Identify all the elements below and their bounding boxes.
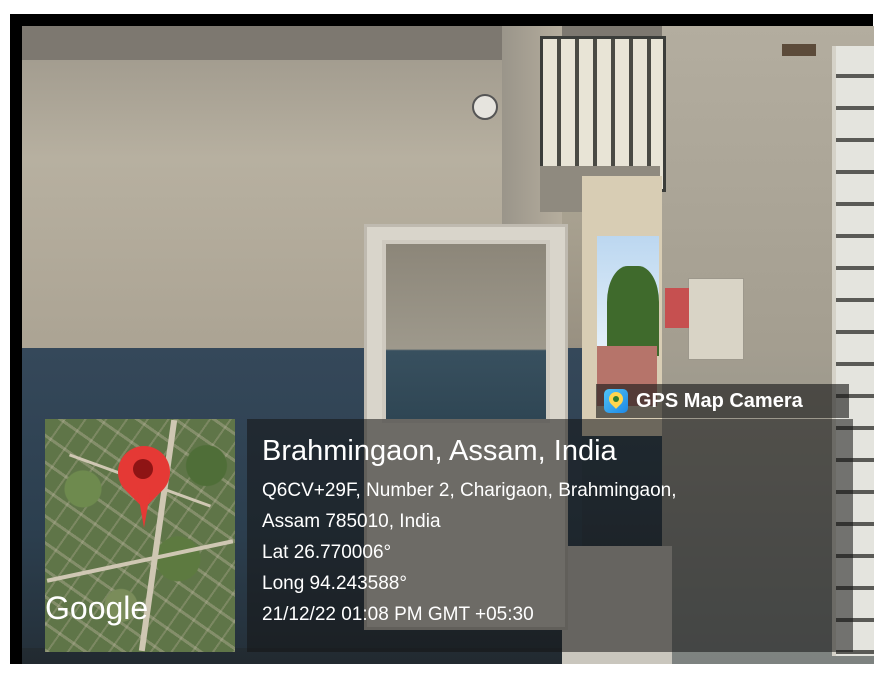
location-title: Brahmingaon, Assam, India xyxy=(262,435,617,467)
timestamp: 21/12/22 01:08 PM GMT +05:30 xyxy=(262,604,534,625)
address-line-2: Assam 785010, India xyxy=(262,511,441,532)
map-pin-tip xyxy=(137,488,151,528)
latitude: Lat 26.770006° xyxy=(262,542,392,563)
map-pin-dot xyxy=(133,459,153,479)
gps-map-camera-badge: GPS Map Camera xyxy=(596,384,849,418)
longitude: Long 94.243588° xyxy=(262,573,407,594)
address-line-1: Q6CV+29F, Number 2, Charigaon, Brahminga… xyxy=(262,480,677,501)
gps-map-camera-app-icon xyxy=(604,389,628,413)
location-info-panel: Brahmingaon, Assam, India Q6CV+29F, Numb… xyxy=(247,419,853,652)
google-logo: Google xyxy=(45,590,149,626)
badge-label: GPS Map Camera xyxy=(636,389,803,412)
